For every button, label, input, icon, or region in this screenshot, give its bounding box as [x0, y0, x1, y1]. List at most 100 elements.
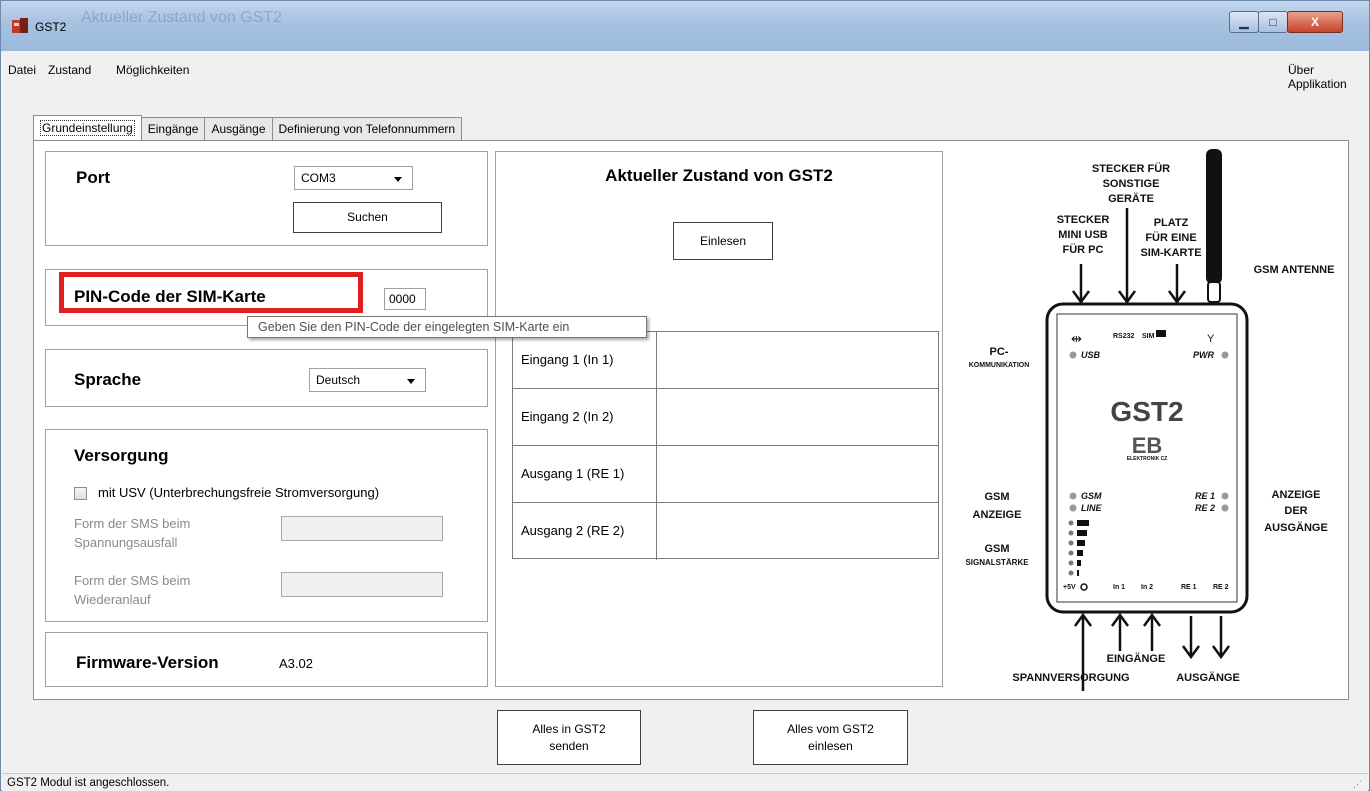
language-select[interactable]: Deutsch: [309, 368, 426, 392]
label-plug-other-2: SONSTIGE: [1103, 178, 1160, 190]
read-all-label-2: einlesen: [808, 738, 853, 753]
table-row: Eingang 1 (In 1): [513, 332, 938, 389]
sms-restart-label-2: Wiederanlauf: [74, 592, 151, 607]
led-pwr-label: PWR: [1193, 350, 1214, 360]
led-re1: [1221, 492, 1229, 500]
search-button[interactable]: Suchen: [293, 202, 442, 233]
chevron-down-icon: [407, 379, 415, 384]
port-select[interactable]: COM3: [294, 166, 413, 190]
pin-highlight-box: [59, 272, 363, 313]
background-window-title: Aktueller Zustand von GST2: [81, 9, 282, 26]
read-state-button[interactable]: Einlesen: [673, 222, 773, 260]
label-output-display-3: AUSGÄNGE: [1264, 521, 1328, 534]
menu-state[interactable]: Zustand: [48, 63, 91, 77]
window-title: GST2: [35, 20, 67, 34]
minimize-button[interactable]: ▁: [1229, 11, 1259, 33]
label-sim-1: PLATZ: [1154, 217, 1189, 229]
ups-checkbox[interactable]: [74, 487, 87, 500]
tab-inputs[interactable]: Eingänge: [140, 117, 206, 141]
label-gsm-display-1: GSM: [984, 491, 1009, 503]
label-plug-other-3: GERÄTE: [1108, 192, 1154, 205]
led-pwr: [1221, 351, 1229, 359]
ups-checkbox-label: mit USV (Unterbrechungsfreie Stromversor…: [98, 485, 380, 500]
io-state-table: Eingang 1 (In 1) Eingang 2 (In 2) Ausgan…: [512, 331, 939, 560]
close-button[interactable]: X: [1287, 11, 1343, 33]
sms-restart-input[interactable]: [281, 572, 443, 597]
read-all-button[interactable]: Alles vom GST2 einlesen: [753, 710, 908, 765]
label-outputs: AUSGÄNGE: [1176, 671, 1240, 684]
tab-outputs[interactable]: Ausgänge: [204, 117, 273, 141]
led-re2: [1221, 504, 1229, 512]
label-output-display-1: ANZEIGE: [1272, 489, 1321, 501]
pin-input[interactable]: 0000: [384, 288, 426, 310]
usb-icon: ⇹: [1071, 331, 1082, 346]
antenna-icon: [1206, 149, 1222, 284]
language-value: Deutsch: [316, 373, 361, 387]
menu-options[interactable]: Möglichkeiten: [116, 63, 189, 77]
label-antenna: GSM ANTENNE: [1254, 264, 1335, 276]
sms-outage-label-2: Spannungsausfall: [74, 535, 178, 550]
menu-file[interactable]: Datei: [8, 63, 36, 77]
tab-phone-numbers[interactable]: Definierung von Telefonnummern: [271, 117, 463, 141]
port-rs232: RS232: [1113, 333, 1135, 340]
port-group: Port COM3 Suchen: [45, 151, 488, 246]
tab-basic-settings[interactable]: Grundeinstellung: [33, 115, 142, 141]
sms-outage-input[interactable]: [281, 516, 443, 541]
term-in2: In 2: [1141, 584, 1153, 591]
port-label: Port: [76, 168, 110, 187]
term-5v: +5V: [1063, 584, 1076, 591]
label-usb-2: MINI USB: [1058, 229, 1108, 241]
send-all-button[interactable]: Alles in GST2 senden: [497, 710, 641, 765]
firmware-value: A3.02: [279, 656, 313, 671]
led-line-label: LINE: [1081, 503, 1102, 513]
term-in1: In 1: [1113, 584, 1125, 591]
read-all-label-1: Alles vom GST2: [787, 722, 874, 737]
table-row: Eingang 2 (In 2): [513, 389, 938, 446]
status-bar: GST2 Modul ist angeschlossen. ⋰: [2, 773, 1368, 791]
led-re1-label: RE 1: [1195, 491, 1215, 501]
app-window: Aktueller Zustand von GST2 GST2 ▁ □ X Da…: [0, 0, 1370, 791]
label-usb-1: STECKER: [1057, 214, 1110, 226]
antenna-port-icon: Y: [1207, 333, 1215, 345]
pin-tooltip: Geben Sie den PIN-Code der eingelegten S…: [247, 316, 647, 338]
tab-strip: Grundeinstellung Eingänge Ausgänge Defin…: [33, 115, 463, 141]
supply-label: Versorgung: [74, 446, 169, 465]
term-re2: RE 2: [1213, 584, 1229, 591]
title-bar[interactable]: Aktueller Zustand von GST2 GST2 ▁ □ X: [1, 1, 1369, 51]
device-name: GST2: [1110, 396, 1183, 427]
led-line: [1069, 504, 1077, 512]
label-gsm-display-2: ANZEIGE: [973, 509, 1022, 521]
status-text: GST2 Modul ist angeschlossen.: [7, 777, 170, 789]
label-sim-3: SIM-KARTE: [1140, 247, 1201, 259]
table-row: Ausgang 2 (RE 2): [513, 503, 938, 560]
port-value: COM3: [301, 171, 336, 185]
menu-bar: Datei Zustand Möglichkeiten Über Applika…: [2, 53, 1368, 91]
language-group: Sprache Deutsch: [45, 349, 488, 407]
led-gsm: [1069, 492, 1077, 500]
menu-about[interactable]: Über Applikation: [1288, 63, 1368, 91]
led-gsm-label: GSM: [1081, 491, 1102, 501]
state-title: Aktueller Zustand von GST2: [605, 166, 833, 185]
label-output-display-2: DER: [1284, 505, 1307, 517]
io-label: Ausgang 2 (RE 2): [513, 503, 657, 560]
resize-grip-icon[interactable]: ⋰: [1353, 779, 1362, 790]
label-supply: SPANNVERSORGUNG: [1012, 672, 1129, 684]
label-usb-3: FÜR PC: [1063, 243, 1104, 256]
label-plug-other-1: STECKER FÜR: [1092, 162, 1170, 175]
language-label: Sprache: [74, 370, 142, 389]
logo-icon: EB: [1132, 433, 1163, 458]
send-all-label-2: senden: [549, 738, 589, 753]
io-label: Eingang 1 (In 1): [513, 332, 657, 388]
label-pc-2: KOMMUNIKATION: [969, 362, 1030, 369]
port-sim: SIM: [1142, 333, 1155, 340]
sms-outage-label-1: Form der SMS beim: [74, 516, 191, 531]
maximize-button[interactable]: □: [1258, 11, 1288, 33]
label-gsm-signal-1: GSM: [984, 543, 1009, 555]
io-label: Ausgang 1 (RE 1): [513, 446, 657, 502]
firmware-label: Firmware-Version: [76, 653, 219, 672]
tab-label: Grundeinstellung: [40, 120, 135, 136]
label-inputs: EINGÄNGE: [1107, 652, 1166, 665]
chevron-down-icon: [394, 177, 402, 182]
supply-group: Versorgung mit USV (Unterbrechungsfreie …: [45, 429, 488, 622]
device-diagram: STECKER FÜR SONSTIGE GERÄTE STECKER MINI…: [965, 149, 1335, 691]
